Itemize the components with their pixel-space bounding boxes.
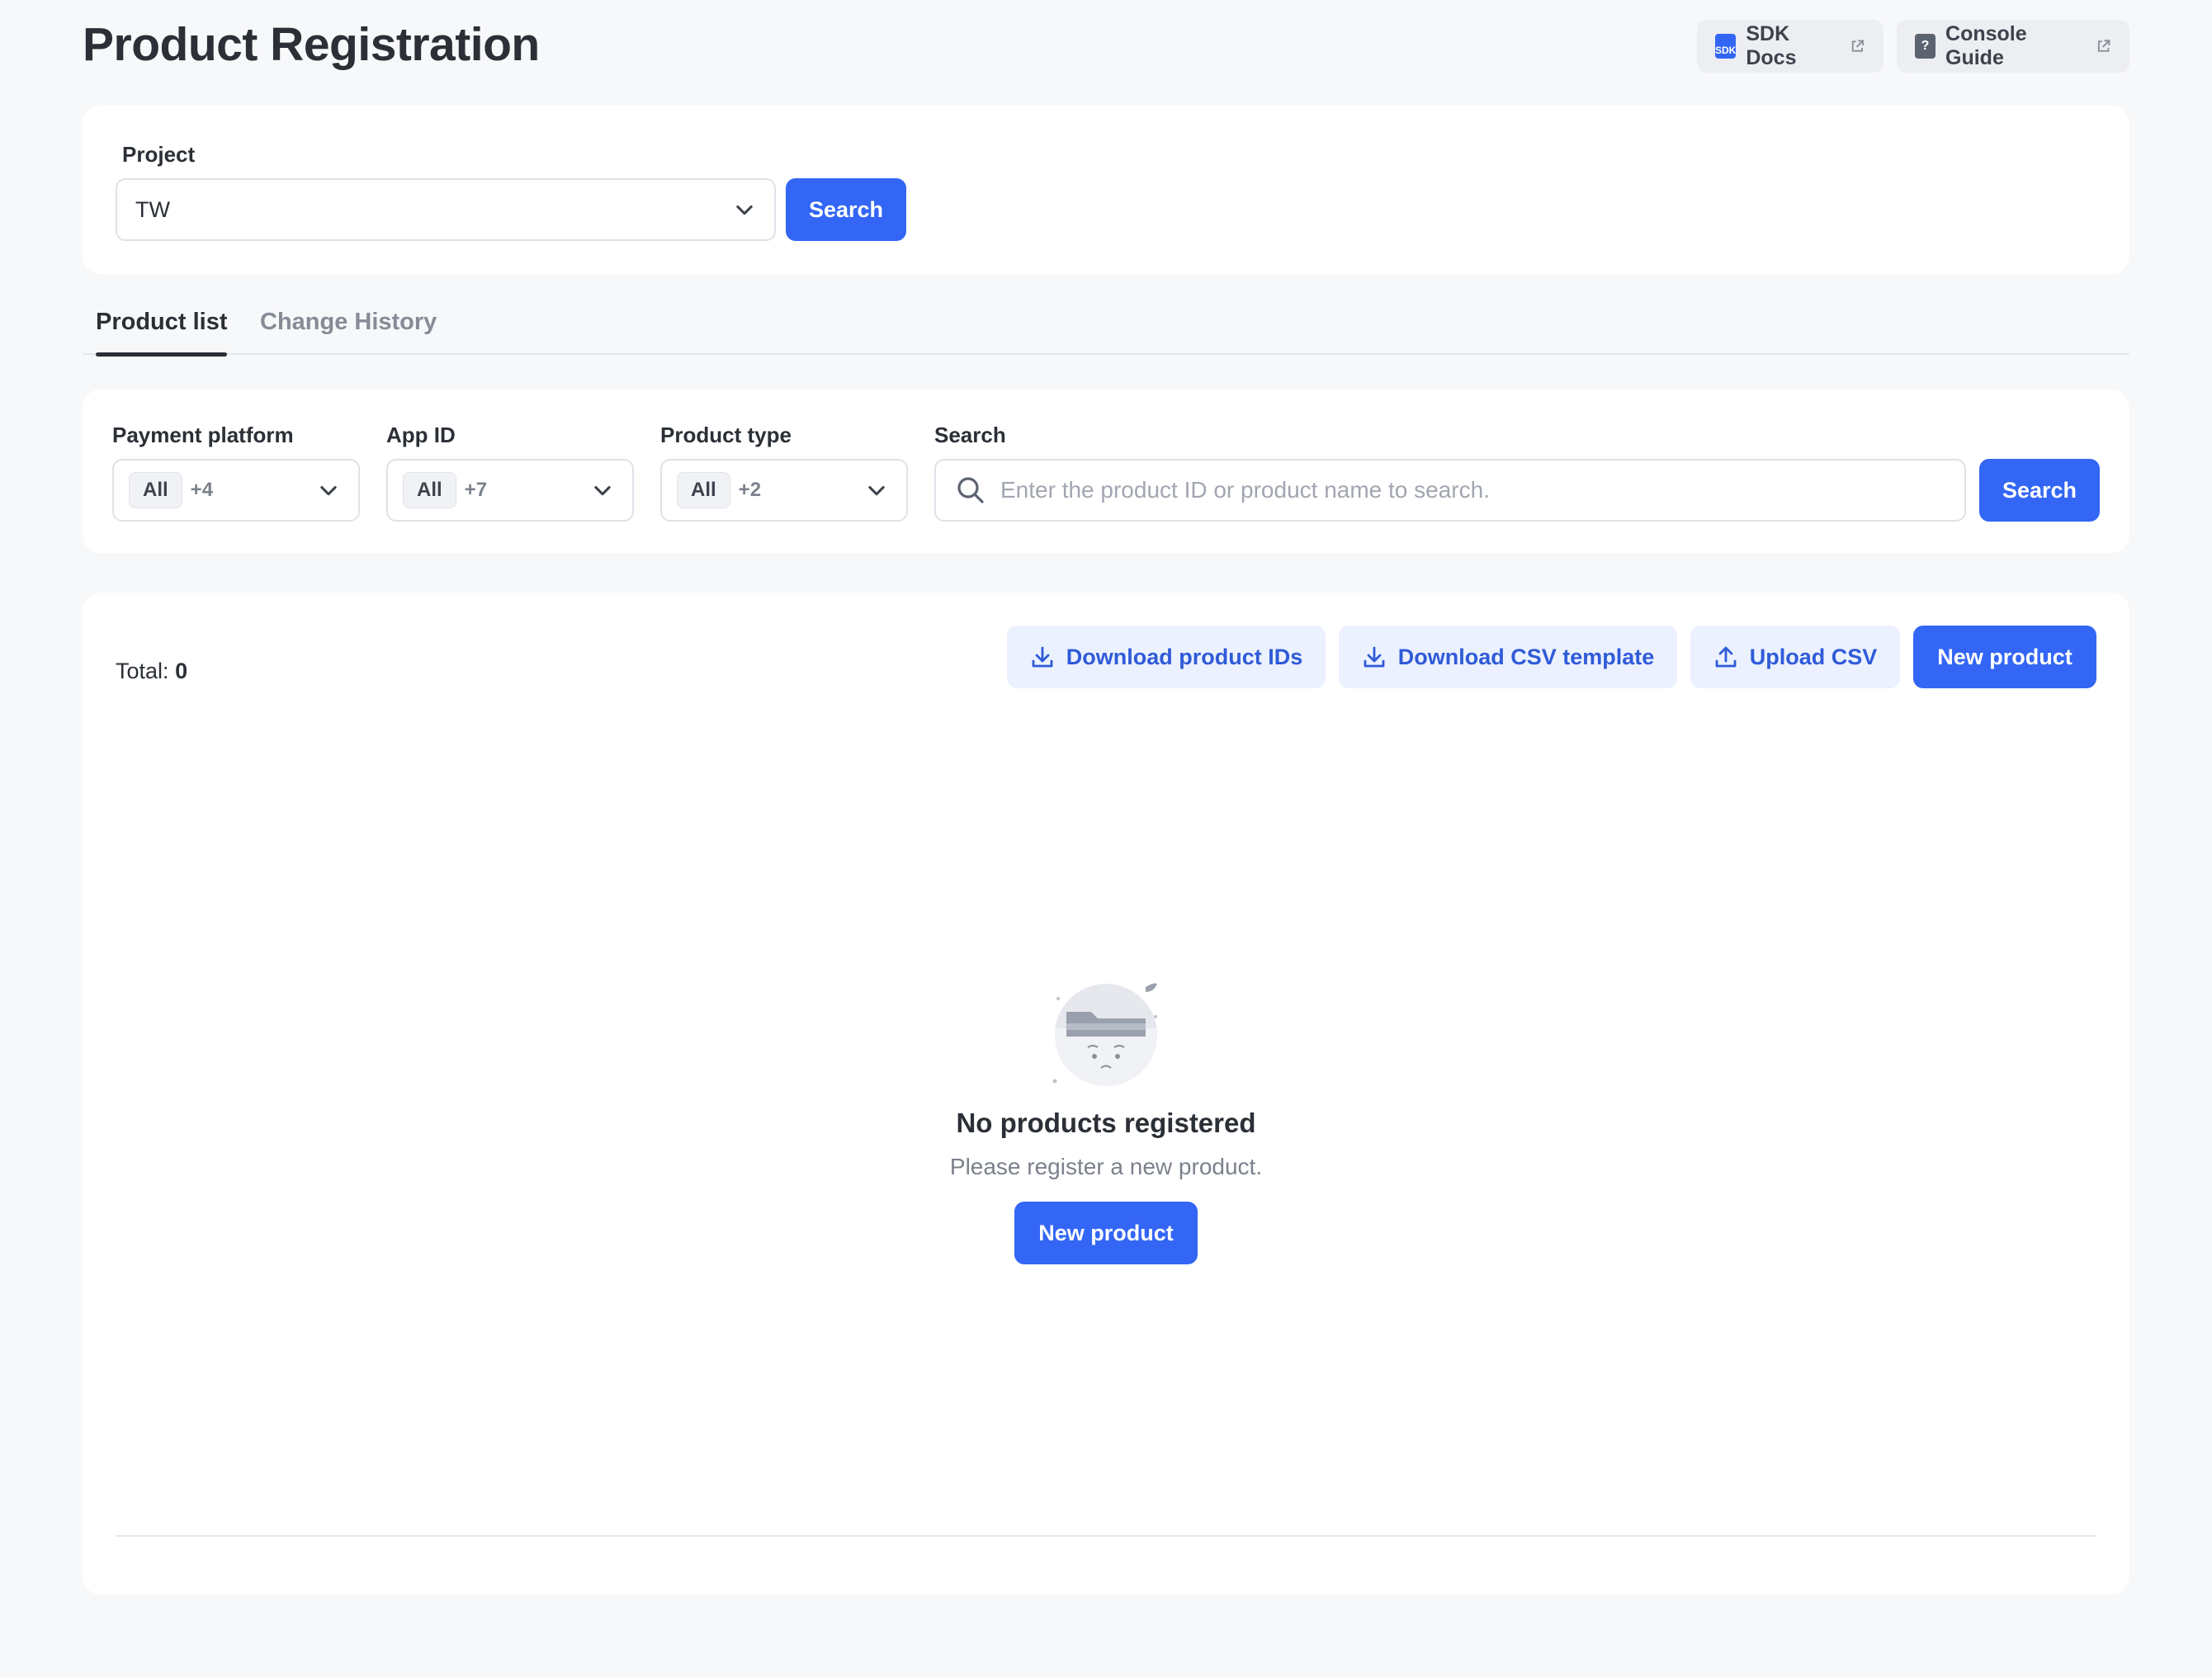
download-product-ids-label: Download product IDs — [1066, 644, 1303, 669]
payment-platform-more: +4 — [190, 479, 214, 501]
project-selected-value: TW — [135, 196, 170, 222]
total-value: 0 — [175, 659, 188, 683]
total-label: Total: — [116, 659, 169, 683]
project-label: Project — [122, 142, 196, 167]
sdk-docs-button[interactable]: SDK SDK Docs — [1697, 20, 1884, 73]
new-product-button[interactable]: New product — [1913, 626, 2096, 688]
product-type-label: Product type — [660, 423, 792, 447]
payment-platform-select[interactable]: All +4 — [112, 459, 360, 522]
console-guide-button[interactable]: ? Console Guide — [1897, 20, 2129, 73]
sdk-doc-icon: SDK — [1715, 34, 1737, 59]
search-icon — [957, 477, 984, 503]
product-search-button[interactable]: Search — [1979, 459, 2100, 522]
app-id-select[interactable]: All +7 — [386, 459, 634, 522]
product-list-card — [83, 593, 2129, 1594]
app-id-more: +7 — [464, 479, 488, 501]
total-count: Total: 0 — [116, 659, 187, 684]
product-type-select[interactable]: All +2 — [660, 459, 908, 522]
download-icon — [1032, 646, 1053, 668]
console-guide-icon: ? — [1915, 34, 1936, 59]
download-icon — [1364, 646, 1385, 668]
empty-state-title: No products registered — [956, 1108, 1256, 1138]
tab-active-indicator — [96, 352, 227, 357]
upload-icon — [1715, 646, 1737, 668]
chevron-down-icon — [736, 205, 753, 215]
product-search-input[interactable] — [1000, 477, 1950, 503]
product-type-chip: All — [677, 472, 730, 508]
chevron-down-icon — [868, 485, 885, 496]
app-id-label: App ID — [386, 423, 456, 447]
project-search-button[interactable]: Search — [786, 178, 906, 241]
app-id-chip: All — [403, 472, 456, 508]
product-type-more: +2 — [738, 479, 762, 501]
empty-box-illustration-icon — [1052, 983, 1157, 1086]
tab-change-history[interactable]: Change History — [260, 305, 437, 338]
list-footer-divider — [116, 1535, 2096, 1537]
search-label: Search — [934, 423, 1006, 447]
empty-state-new-product-button[interactable]: New product — [1014, 1202, 1198, 1264]
upload-csv-label: Upload CSV — [1749, 644, 1878, 669]
upload-csv-button[interactable]: Upload CSV — [1690, 626, 1900, 688]
chevron-down-icon — [594, 485, 611, 496]
chevron-down-icon — [320, 485, 337, 496]
external-link-icon — [2097, 40, 2110, 52]
tab-product-list[interactable]: Product list — [96, 305, 228, 338]
tab-divider — [83, 353, 2129, 355]
project-select[interactable]: TW — [116, 178, 776, 241]
console-guide-label: Console Guide — [1945, 22, 2027, 69]
payment-platform-chip: All — [129, 472, 182, 508]
external-link-icon — [1851, 40, 1865, 52]
sdk-docs-label: SDK Docs — [1746, 22, 1797, 69]
download-product-ids-button[interactable]: Download product IDs — [1007, 626, 1326, 688]
empty-state-subtitle: Please register a new product. — [949, 1154, 1263, 1179]
payment-platform-label: Payment platform — [112, 423, 294, 447]
download-csv-template-label: Download CSV template — [1397, 644, 1655, 669]
product-search-field — [934, 459, 1966, 522]
download-csv-template-button[interactable]: Download CSV template — [1339, 626, 1677, 688]
page-title: Product Registration — [83, 18, 540, 71]
